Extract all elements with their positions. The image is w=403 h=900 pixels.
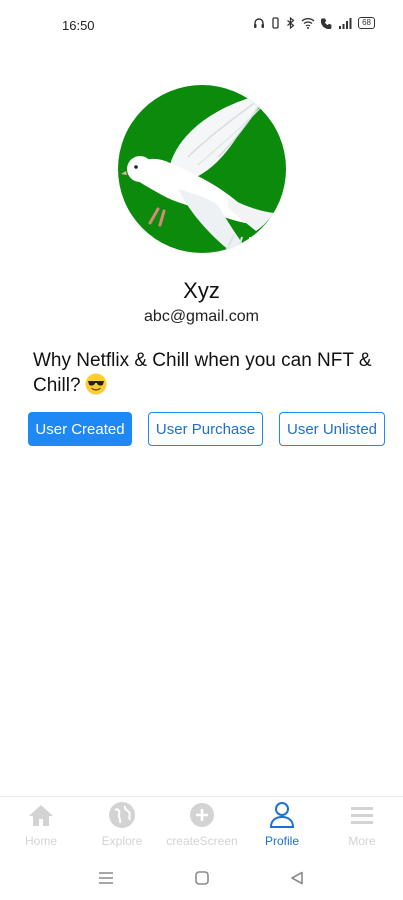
nav-label-profile: Profile (264, 834, 299, 848)
recent-apps-icon[interactable] (95, 867, 117, 889)
collection-tabs: User Created User Purchase User Unlisted (28, 412, 385, 448)
vibrate-icon (272, 17, 279, 29)
call-icon (321, 18, 332, 29)
nav-item-explore[interactable]: Explore (82, 801, 162, 848)
avatar (118, 85, 286, 253)
tab-user-purchase[interactable]: User Purchase (148, 412, 263, 446)
system-navigation-bar (0, 858, 403, 898)
dove-image (121, 92, 274, 252)
tab-user-unlisted[interactable]: User Unlisted (279, 412, 385, 446)
back-button-icon[interactable] (286, 867, 308, 889)
battery-indicator: 68 (358, 17, 375, 29)
nav-label-more: More (348, 834, 376, 848)
home-icon (27, 801, 55, 829)
profile-name: Xyz (183, 278, 220, 303)
nav-label-home: Home (24, 834, 57, 848)
profile-bio: Why Netflix & Chill when you can NFT & C… (33, 348, 377, 398)
headphones-icon (254, 18, 265, 28)
nav-label-explore: Explore (101, 834, 143, 848)
home-button-icon[interactable] (191, 867, 213, 889)
profile-email: abc@gmail.com (144, 308, 259, 325)
nav-item-home[interactable]: Home (1, 801, 81, 848)
nav-item-create[interactable]: createScreen (162, 801, 242, 848)
status-icons: 68 (253, 17, 375, 29)
menu-icon (348, 801, 376, 829)
nav-item-more[interactable]: More (322, 801, 402, 848)
status-time: 16:50 (62, 18, 95, 33)
globe-icon (108, 801, 136, 829)
person-icon (268, 801, 296, 829)
signal-icon (339, 17, 352, 29)
plus-circle-icon (188, 801, 216, 829)
bottom-navigation: Home Explore createScreen Profile More (0, 796, 403, 857)
status-bar: 16:50 68 (0, 0, 403, 52)
tab-user-created[interactable]: User Created (28, 412, 132, 446)
nav-label-create: createScreen (166, 834, 238, 848)
sunglasses-emoji-icon (85, 373, 107, 395)
bluetooth-icon (287, 17, 295, 29)
nav-item-profile[interactable]: Profile (242, 801, 322, 848)
wifi-icon (301, 18, 315, 29)
